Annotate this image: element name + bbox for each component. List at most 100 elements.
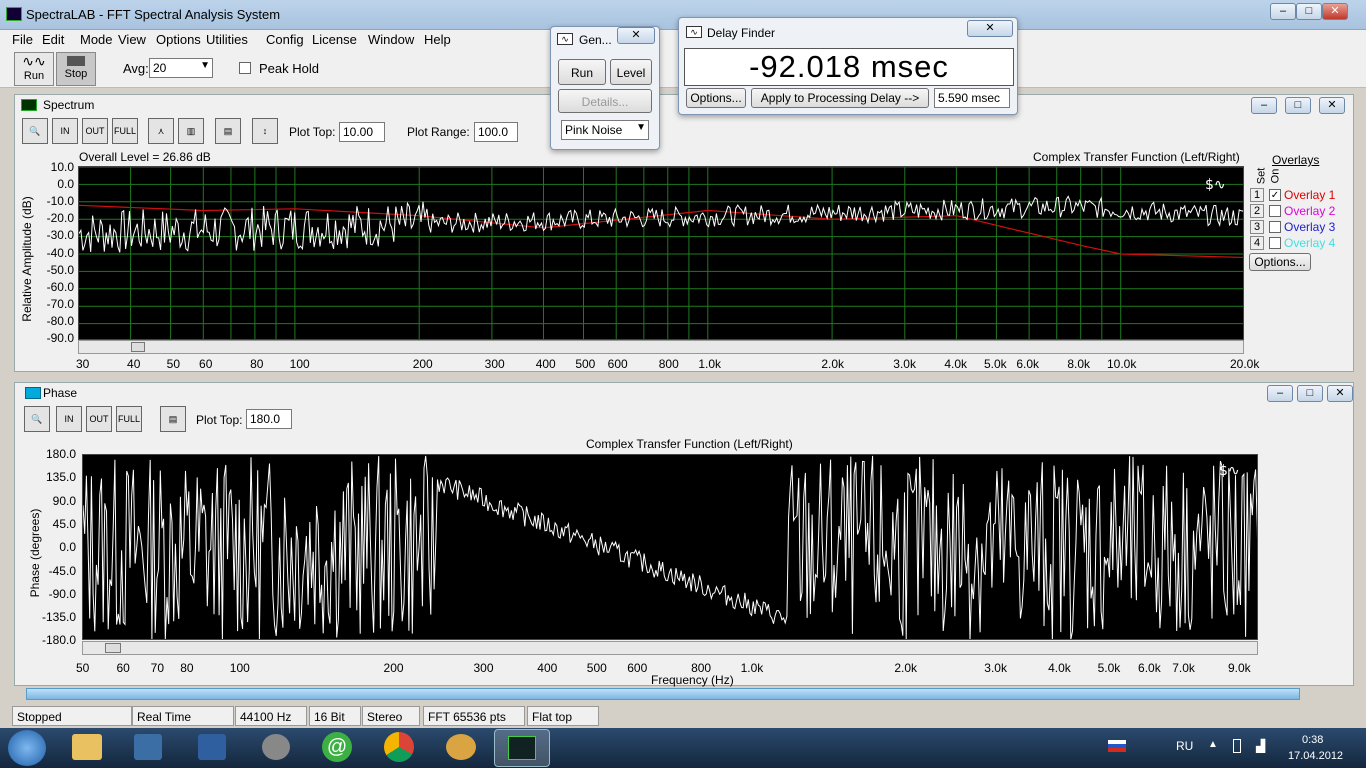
spectralab-taskbar-button[interactable]	[494, 729, 550, 767]
x-tick: 9.0k	[1228, 661, 1251, 675]
range-icon[interactable]: ↕	[252, 118, 278, 144]
menu-file[interactable]: File	[12, 32, 33, 47]
phase-plot-top-input[interactable]: 180.0	[246, 409, 292, 429]
phase-scrollbar[interactable]	[82, 641, 1258, 655]
plot-range-input[interactable]: 100.0	[474, 122, 518, 142]
delay-finder-close-button[interactable]: ✕	[967, 20, 1013, 37]
zoom-out-icon[interactable]: OUT	[82, 118, 108, 144]
x-tick: 2.0k	[821, 357, 845, 371]
spectrum-plot[interactable]: $∿	[78, 166, 1244, 340]
media-player-icon[interactable]	[134, 734, 162, 760]
spectrum-plot-top-label: Plot Top:	[289, 125, 336, 139]
spectrum-minimize-button[interactable]: ‒	[1251, 97, 1277, 114]
maximize-button[interactable]: □	[1296, 3, 1322, 20]
phase-zoom-out-icon[interactable]: OUT	[86, 406, 112, 432]
menu-edit[interactable]: Edit	[42, 32, 64, 47]
avg-select[interactable]: 20 ▼	[149, 58, 213, 78]
signal-value: Pink Noise	[565, 123, 623, 137]
phase-zoom-full-icon[interactable]: FULL	[116, 406, 142, 432]
close-button[interactable]: ✕	[1322, 3, 1348, 20]
app-icon[interactable]	[198, 734, 226, 760]
phase-title: Phase	[43, 386, 78, 400]
y-tick: 135.0	[45, 470, 76, 485]
chevron-down-icon: ▼	[636, 122, 646, 133]
phase-minimize-button[interactable]: ‒	[1267, 385, 1293, 402]
peak-hold-checkbox[interactable]	[239, 62, 251, 74]
mail-icon[interactable]: @	[322, 732, 352, 762]
menu-mode[interactable]: Mode	[80, 32, 113, 47]
horizontal-scrollbar[interactable]	[26, 688, 1300, 700]
overlay-label: Overlay 4	[1284, 236, 1336, 250]
menu-options[interactable]: Options	[156, 32, 201, 47]
phase-settings-icon[interactable]: ▤	[160, 406, 186, 432]
plot-range-label: Plot Range:	[407, 125, 470, 139]
menu-utilities[interactable]: Utilities	[206, 32, 248, 47]
overlay-checkbox[interactable]	[1269, 205, 1281, 217]
phase-plot[interactable]: $∿	[82, 454, 1258, 640]
phase-zoom-in-icon[interactable]: IN	[56, 406, 82, 432]
spectrum-scrollbar[interactable]	[78, 340, 1244, 354]
flag-icon	[1108, 740, 1126, 752]
battery-icon[interactable]	[1233, 739, 1241, 753]
overlay-set-button[interactable]: 4	[1250, 236, 1264, 250]
stop-button[interactable]: Stop	[56, 52, 96, 86]
overlay-checkbox[interactable]	[1269, 237, 1281, 249]
language-indicator[interactable]: RU	[1176, 739, 1193, 753]
y-tick: -70.0	[46, 296, 74, 311]
y-tick: 10.0	[50, 160, 74, 174]
spectrum-chart-title: Complex Transfer Function (Left/Right)	[1033, 150, 1240, 164]
start-button[interactable]	[8, 730, 46, 766]
menu-window[interactable]: Window	[368, 32, 414, 47]
overlay-set-button[interactable]: 2	[1250, 204, 1264, 218]
y-tick: -50.0	[46, 262, 74, 277]
overlay-checkbox[interactable]: ✓	[1269, 189, 1281, 201]
phase-close-button[interactable]: ✕	[1327, 385, 1353, 402]
settings-icon[interactable]: ▤	[215, 118, 241, 144]
phase-zoom-icon[interactable]: 🔍	[24, 406, 50, 432]
menu-config[interactable]: Config	[266, 32, 304, 47]
generator-level-button[interactable]: Level	[610, 59, 652, 85]
x-tick: 100	[229, 661, 250, 675]
tray-arrow-icon[interactable]: ▲	[1208, 739, 1218, 750]
generator-run-button[interactable]: Run	[558, 59, 606, 85]
clock-date[interactable]: 17.04.2012	[1288, 750, 1343, 762]
run-button[interactable]: ∿∿ Run	[14, 52, 54, 86]
chrome-icon[interactable]	[384, 732, 414, 762]
status-cell: 16 Bit	[309, 706, 361, 726]
status-cell: Flat top	[527, 706, 599, 726]
spectrum-plot-top-input[interactable]: 10.00	[339, 122, 385, 142]
line-mode-icon[interactable]: ⋏	[148, 118, 174, 144]
explorer-icon[interactable]	[72, 734, 102, 760]
generator-close-button[interactable]: ✕	[617, 27, 655, 44]
overlay-set-button[interactable]: 3	[1250, 220, 1264, 234]
overall-level: Overall Level = 26.86 dB	[79, 150, 211, 164]
generator-details-button[interactable]: Details...	[558, 89, 652, 113]
signal-select[interactable]: Pink Noise ▼	[561, 120, 649, 140]
spectrum-maximize-button[interactable]: □	[1285, 97, 1311, 114]
apply-delay-button[interactable]: Apply to Processing Delay -->	[751, 88, 929, 108]
y-tick: -80.0	[46, 313, 74, 328]
x-tick: 50	[76, 661, 90, 675]
clock-time[interactable]: 0:38	[1302, 734, 1323, 746]
overlay-set-button[interactable]: 1	[1250, 188, 1264, 202]
zoom-icon[interactable]: 🔍	[22, 118, 48, 144]
menu-help[interactable]: Help	[424, 32, 451, 47]
app-icon[interactable]	[262, 734, 290, 760]
bar-mode-icon[interactable]: ▥	[178, 118, 204, 144]
zoom-full-icon[interactable]: FULL	[112, 118, 138, 144]
overlay-checkbox[interactable]	[1269, 221, 1281, 233]
y-tick: 180.0	[45, 447, 76, 461]
overlays-options-button[interactable]: Options...	[1249, 253, 1311, 271]
paint-icon[interactable]	[446, 734, 476, 760]
signal-icon[interactable]: ▟	[1256, 739, 1265, 753]
phase-maximize-button[interactable]: □	[1297, 385, 1323, 402]
status-cell: Real Time	[132, 706, 234, 726]
zoom-in-icon[interactable]: IN	[52, 118, 78, 144]
x-tick: 500	[575, 357, 596, 371]
delay-options-button[interactable]: Options...	[686, 88, 746, 108]
x-tick: 1.0k	[698, 357, 722, 371]
spectrum-close-button[interactable]: ✕	[1319, 97, 1345, 114]
menu-license[interactable]: License	[312, 32, 357, 47]
menu-view[interactable]: View	[118, 32, 146, 47]
minimize-button[interactable]: ‒	[1270, 3, 1296, 20]
